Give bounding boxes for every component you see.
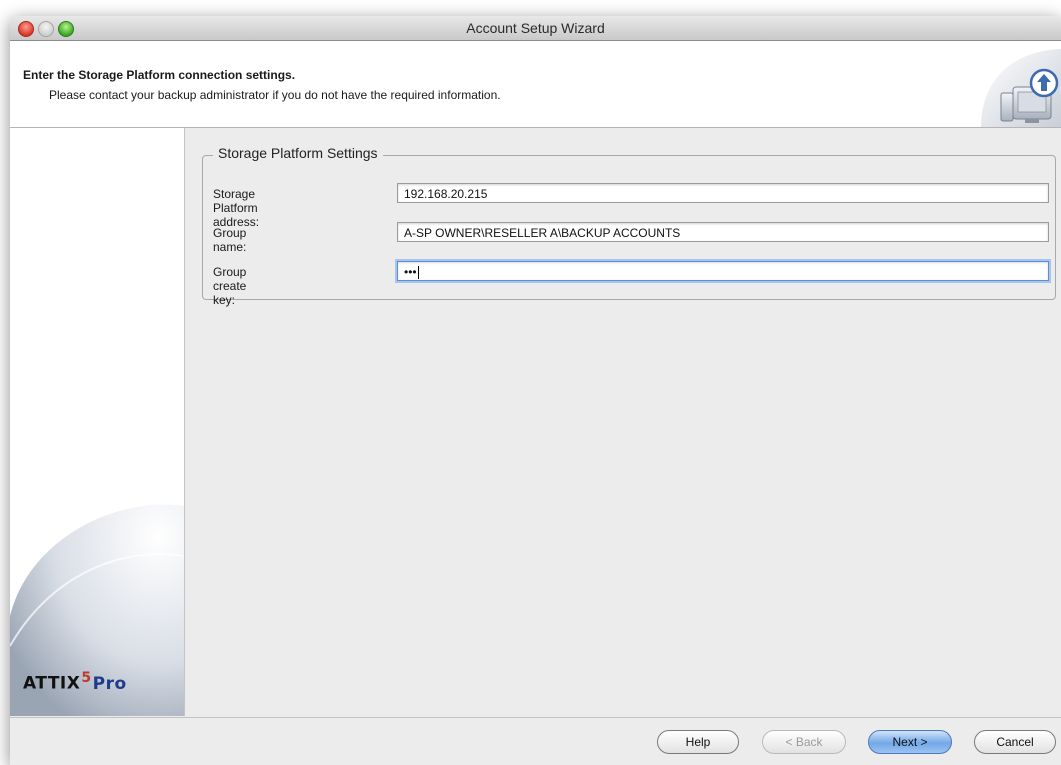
- group-create-key-masked-value: •••: [404, 265, 417, 279]
- back-button[interactable]: < Back: [762, 730, 846, 754]
- group-legend: Storage Platform Settings: [213, 145, 383, 161]
- next-button[interactable]: Next >: [868, 730, 952, 754]
- storage-platform-settings-group: Storage Platform Settings Storage Platfo…: [202, 145, 1056, 307]
- wizard-footer: Help < Back Next > Cancel: [10, 717, 1061, 765]
- attix5-pro-logo: ATTIX5Pro: [23, 670, 127, 694]
- group-name-field[interactable]: A-SP OWNER\RESELLER A\BACKUP ACCOUNTS: [397, 222, 1049, 242]
- storage-platform-address-field[interactable]: 192.168.20.215: [397, 183, 1049, 203]
- help-button[interactable]: Help: [657, 730, 739, 754]
- group-create-key-field[interactable]: •••: [397, 261, 1049, 281]
- storage-platform-address-label: Storage Platform address:: [213, 187, 260, 229]
- wizard-window: Account Setup Wizard Enter the Storage P…: [10, 16, 1061, 765]
- wizard-header: Enter the Storage Platform connection se…: [10, 41, 1061, 128]
- header-subtitle: Please contact your backup administrator…: [49, 88, 501, 102]
- group-name-label: Group name:: [213, 226, 247, 254]
- computer-upload-icon: [981, 49, 1061, 127]
- window-title: Account Setup Wizard: [466, 20, 605, 36]
- wizard-sidebar: ATTIX5Pro: [10, 128, 185, 716]
- title-bar[interactable]: Account Setup Wizard: [10, 16, 1061, 41]
- header-title: Enter the Storage Platform connection se…: [23, 68, 296, 82]
- cancel-button[interactable]: Cancel: [974, 730, 1056, 754]
- group-create-key-label: Group create key:: [213, 265, 247, 307]
- text-caret: [417, 266, 419, 280]
